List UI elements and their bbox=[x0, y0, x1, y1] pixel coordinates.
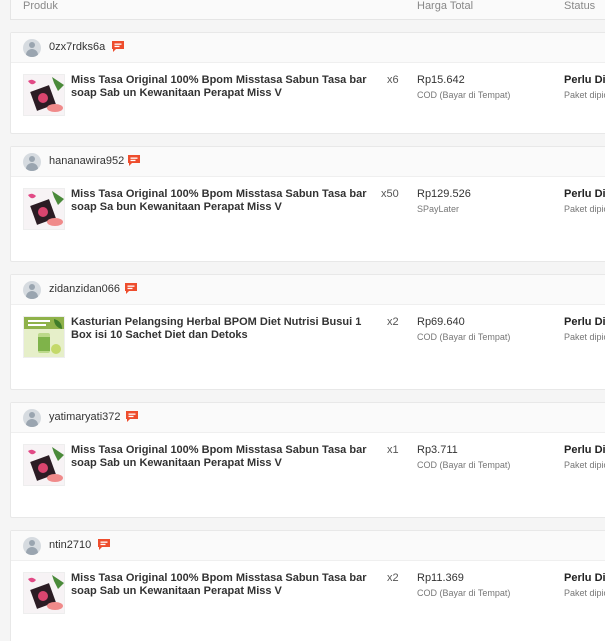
column-header-price: Harga Total bbox=[417, 0, 474, 12]
order-list-page: Produk Harga Total Status 0zx7rdks6a Mis… bbox=[0, 0, 605, 641]
total-price: Rp69.640 bbox=[417, 316, 465, 328]
product-name[interactable]: Miss Tasa Original 100% Bpom Misstasa Sa… bbox=[71, 74, 383, 100]
order-status: Perlu Dik bbox=[564, 74, 605, 86]
product-name[interactable]: Miss Tasa Original 100% Bpom Misstasa Sa… bbox=[71, 572, 383, 598]
product-name[interactable]: Kasturian Pelangsing Herbal BPOM Diet Nu… bbox=[71, 316, 383, 342]
column-header-status: Status bbox=[564, 0, 596, 12]
chat-icon[interactable] bbox=[111, 40, 125, 53]
order-status-detail: Paket dipic bbox=[564, 460, 605, 470]
order-card: 0zx7rdks6a Miss Tasa Original 100% Bpom … bbox=[10, 32, 605, 134]
total-price: Rp129.526 bbox=[417, 188, 471, 200]
misstasa-soap-thumbnail[interactable] bbox=[23, 188, 65, 230]
order-status: Perlu Dik bbox=[564, 444, 605, 456]
product-name[interactable]: Miss Tasa Original 100% Bpom Misstasa Sa… bbox=[71, 444, 383, 470]
buyer-username[interactable]: zidanzidan066 bbox=[49, 283, 120, 295]
order-status-detail: Paket dipic bbox=[564, 588, 605, 598]
chat-icon[interactable] bbox=[124, 282, 138, 295]
total-price: Rp11.369 bbox=[417, 572, 464, 584]
column-header-product: Produk bbox=[23, 0, 58, 12]
order-status-detail: Paket dipic bbox=[564, 332, 605, 342]
order-status-detail: Paket dipic bbox=[564, 204, 605, 214]
misstasa-soap-thumbnail[interactable] bbox=[23, 572, 65, 614]
quantity: x2 bbox=[387, 316, 399, 328]
payment-method: COD (Bayar di Tempat) bbox=[417, 588, 511, 598]
order-status: Perlu Dik bbox=[564, 188, 605, 200]
order-card: zidanzidan066 Kasturian Pelangsing Herba… bbox=[10, 274, 605, 390]
chat-icon[interactable] bbox=[125, 410, 139, 423]
payment-method: COD (Bayar di Tempat) bbox=[417, 90, 511, 100]
avatar[interactable] bbox=[23, 39, 41, 57]
order-card-header: zidanzidan066 bbox=[11, 275, 605, 305]
buyer-username[interactable]: hananawira952 bbox=[49, 155, 124, 167]
misstasa-soap-thumbnail[interactable] bbox=[23, 444, 65, 486]
payment-method: COD (Bayar di Tempat) bbox=[417, 332, 511, 342]
avatar[interactable] bbox=[23, 153, 41, 171]
order-status-detail: Paket dipic bbox=[564, 90, 605, 100]
order-status: Perlu Dik bbox=[564, 316, 605, 328]
chat-icon[interactable] bbox=[97, 538, 111, 551]
order-card-header: 0zx7rdks6a bbox=[11, 33, 605, 63]
order-card: hananawira952 Miss Tasa Original 100% Bp… bbox=[10, 146, 605, 262]
chat-icon[interactable] bbox=[127, 154, 141, 167]
order-card-header: yatimaryati372 bbox=[11, 403, 605, 433]
buyer-username[interactable]: 0zx7rdks6a bbox=[49, 41, 105, 53]
avatar[interactable] bbox=[23, 281, 41, 299]
avatar[interactable] bbox=[23, 537, 41, 555]
order-card-header: ntin2710 bbox=[11, 531, 605, 561]
kasturian-thumbnail[interactable] bbox=[23, 316, 65, 358]
payment-method: COD (Bayar di Tempat) bbox=[417, 460, 511, 470]
payment-method: SPayLater bbox=[417, 204, 460, 214]
total-price: Rp3.711 bbox=[417, 444, 458, 456]
quantity: x50 bbox=[381, 188, 399, 200]
order-card-header: hananawira952 bbox=[11, 147, 605, 177]
quantity: x1 bbox=[387, 444, 399, 456]
avatar[interactable] bbox=[23, 409, 41, 427]
order-card: ntin2710 Miss Tasa Original 100% Bpom Mi… bbox=[10, 530, 605, 641]
table-header: Produk Harga Total Status bbox=[10, 0, 605, 20]
misstasa-soap-thumbnail[interactable] bbox=[23, 74, 65, 116]
product-name[interactable]: Miss Tasa Original 100% Bpom Misstasa Sa… bbox=[71, 188, 383, 214]
order-card: yatimaryati372 Miss Tasa Original 100% B… bbox=[10, 402, 605, 518]
buyer-username[interactable]: yatimaryati372 bbox=[49, 411, 121, 423]
buyer-username[interactable]: ntin2710 bbox=[49, 539, 91, 551]
quantity: x6 bbox=[387, 74, 399, 86]
order-status: Perlu Dik bbox=[564, 572, 605, 584]
total-price: Rp15.642 bbox=[417, 74, 465, 86]
quantity: x2 bbox=[387, 572, 399, 584]
